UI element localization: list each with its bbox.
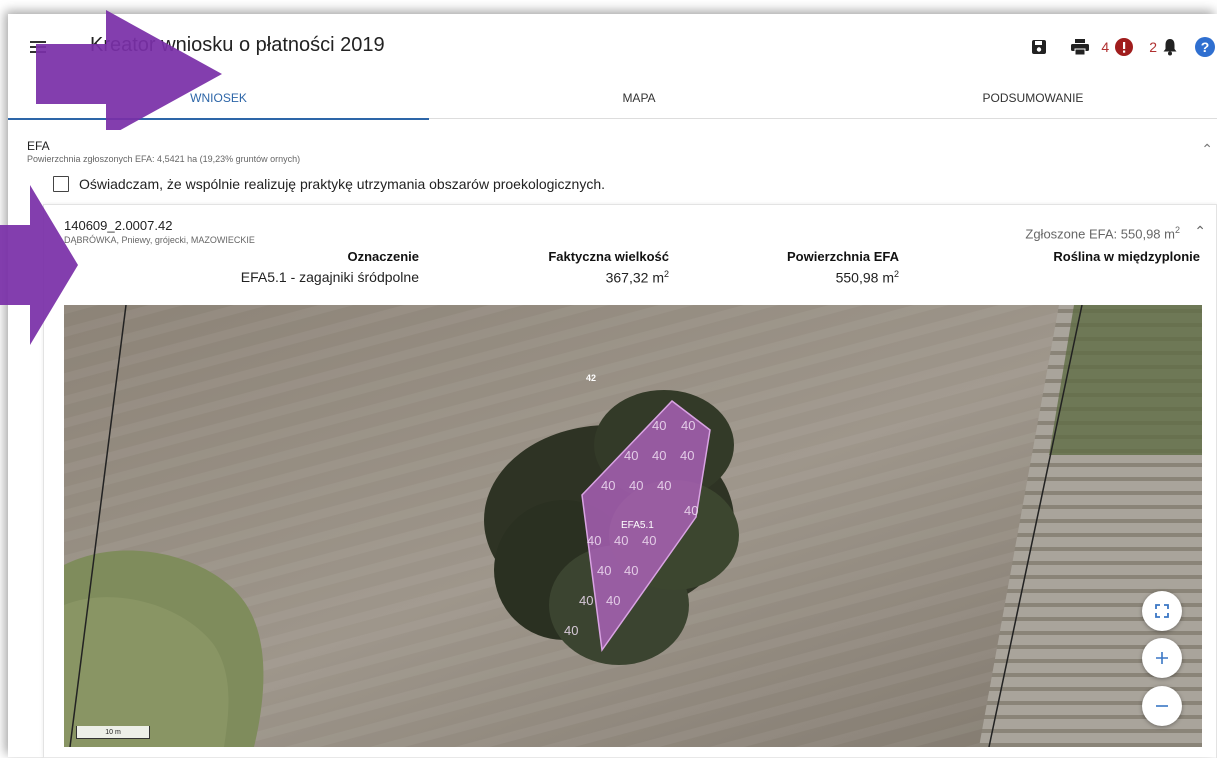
- svg-text:?: ?: [1201, 39, 1210, 55]
- parcel-label: 42: [586, 373, 596, 383]
- fullscreen-icon: [1155, 604, 1169, 618]
- annotation-arrow: [36, 10, 222, 130]
- hatch-symbol: 40: [624, 448, 638, 463]
- error-icon[interactable]: [1115, 38, 1134, 56]
- col-header-oznaczenie: Oznaczenie: [347, 249, 419, 264]
- hatch-symbol: 40: [681, 418, 695, 433]
- hatch-symbol: 40: [680, 448, 694, 463]
- declaration-row[interactable]: Oświadczam, że wspólnie realizuję prakty…: [53, 176, 605, 192]
- zoom-in-button[interactable]: [1142, 638, 1182, 678]
- hatch-symbol: 40: [606, 593, 620, 608]
- error-count: 4: [1101, 39, 1110, 55]
- declared-efa: Zgłoszone EFA: 550,98 m2: [1025, 225, 1180, 241]
- powierzchnia-number: 550,98 m: [835, 269, 894, 286]
- scale-bar: 10 m: [76, 726, 150, 739]
- col-value-wielkosc: 367,32 m2: [484, 269, 669, 286]
- feature-label: EFA5.1: [621, 520, 654, 531]
- bell-icon[interactable]: [1163, 38, 1177, 56]
- efa-title: EFA: [27, 139, 50, 153]
- hatch-symbol: 40: [564, 623, 578, 638]
- col-header-roslina: Roślina w międzyplonie: [1053, 249, 1200, 264]
- col-header-wielkosc: Faktyczna wielkość: [548, 249, 669, 264]
- hatch-symbol: 40: [684, 503, 698, 518]
- aerial-map: 40 40 40 40 40 40 40 40 40 40 40 40 40 4…: [64, 305, 1202, 747]
- col-value-oznaczenie: EFA5.1 - zagajniki śródpolne: [240, 269, 419, 285]
- hatch-symbol: 40: [601, 478, 615, 493]
- hatch-symbol: 40: [614, 533, 628, 548]
- minus-icon: [1156, 705, 1168, 707]
- hatch-symbol: 40: [597, 563, 611, 578]
- hatch-symbol: 40: [652, 448, 666, 463]
- wielkosc-unit-exp: 2: [663, 269, 669, 279]
- hatch-symbol: 40: [587, 533, 601, 548]
- tab-podsumowanie[interactable]: PODSUMOWANIE: [849, 80, 1217, 118]
- parcel-location: DĄBRÓWKA, Pniewy, grójecki, MAZOWIECKIE: [64, 235, 255, 245]
- hatch-symbol: 40: [657, 478, 671, 493]
- save-icon[interactable]: [1031, 39, 1047, 55]
- print-icon[interactable]: [1071, 39, 1090, 55]
- col-header-powierzchnia: Powierzchnia EFA: [787, 249, 899, 264]
- hatch-symbol: 40: [629, 478, 643, 493]
- parcel-card: 140609_2.0007.42 DĄBRÓWKA, Pniewy, gróje…: [43, 204, 1217, 758]
- fullscreen-button[interactable]: [1142, 591, 1182, 631]
- notification-count: 2: [1149, 39, 1157, 55]
- map-view[interactable]: 40 40 40 40 40 40 40 40 40 40 40 40 40 4…: [64, 305, 1202, 747]
- declared-efa-value: Zgłoszone EFA: 550,98 m: [1025, 226, 1175, 242]
- powierzchnia-unit-exp: 2: [893, 269, 899, 279]
- hatch-symbol: 40: [652, 418, 666, 433]
- hatch-symbol: 40: [579, 593, 593, 608]
- help-icon[interactable]: ?: [1195, 37, 1215, 57]
- tab-mapa[interactable]: MAPA: [429, 80, 849, 118]
- declaration-label: Oświadczam, że wspólnie realizuję prakty…: [79, 176, 606, 192]
- annotation-arrow: [0, 185, 78, 345]
- parcel-id: 140609_2.0007.42: [64, 218, 173, 233]
- hatch-symbol: 40: [642, 533, 656, 548]
- efa-section: EFA Powierzchnia zgłoszonych EFA: 4,5421…: [27, 139, 300, 164]
- plus-icon: [1156, 652, 1168, 664]
- toolbar-icons: 4 2 ?: [1031, 36, 1217, 58]
- col-value-powierzchnia: 550,98 m2: [724, 269, 899, 286]
- efa-summary: Powierzchnia zgłoszonych EFA: 4,5421 ha …: [27, 154, 301, 164]
- hatch-symbol: 40: [624, 563, 638, 578]
- declared-efa-unit-exp: 2: [1174, 225, 1180, 235]
- chevron-up-icon[interactable]: ⌃: [1194, 223, 1206, 240]
- chevron-up-icon[interactable]: ⌃: [1201, 141, 1213, 158]
- zoom-out-button[interactable]: [1142, 686, 1182, 726]
- wielkosc-number: 367,32 m: [605, 269, 664, 286]
